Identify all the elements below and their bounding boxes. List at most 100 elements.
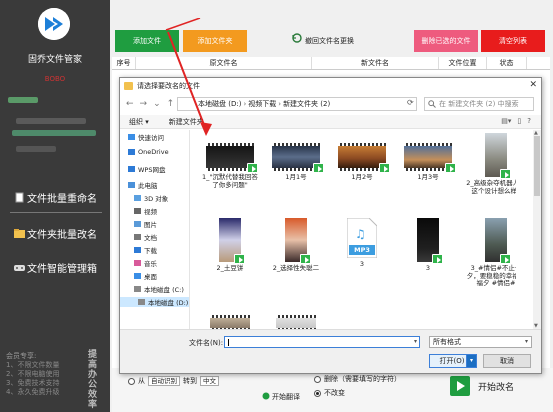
- start-rename-label: 开始改名: [478, 382, 515, 393]
- video-thumbnail: [485, 133, 511, 179]
- preview-pane-icon[interactable]: ▯: [517, 117, 521, 125]
- delete-chars-radio[interactable]: [314, 375, 321, 383]
- cube-icon: [134, 195, 141, 201]
- undo-label: 撤回文件名更换: [305, 37, 354, 45]
- nav-item[interactable]: 音乐: [134, 258, 157, 268]
- column-header[interactable]: 状态: [487, 57, 527, 69]
- video-file-item[interactable]: 2_土豆饼: [200, 218, 260, 273]
- scroll-thumb[interactable]: [534, 136, 540, 196]
- column-header[interactable]: 文件位置: [439, 57, 487, 69]
- organize-menu[interactable]: 组织 ▾: [129, 117, 149, 127]
- video-play-badge-icon: [313, 163, 324, 173]
- help-icon[interactable]: ?: [527, 117, 531, 125]
- nav-item[interactable]: 此电脑: [128, 180, 158, 190]
- video-file-item[interactable]: 1_"沉默代替我回答了你多问题": [200, 143, 260, 189]
- nav-item-label: 本地磁盘 (D:): [148, 299, 189, 307]
- file-name-label: 1月1号: [285, 173, 307, 181]
- no-change-option[interactable]: 不改变: [314, 388, 345, 398]
- open-dropdown-icon[interactable]: ▾: [466, 354, 477, 368]
- benefit-item: 2、不限电脑使用: [6, 370, 60, 378]
- source-language-select[interactable]: 自动识别: [148, 376, 180, 386]
- video-thumbnail: [404, 143, 456, 173]
- close-icon[interactable]: ✕: [529, 80, 537, 90]
- cancel-button[interactable]: 取消: [483, 354, 531, 368]
- menu-label: 文件夹批量改名: [27, 230, 97, 241]
- nav-item[interactable]: OneDrive: [128, 148, 169, 156]
- redacted-block: [12, 130, 96, 136]
- view-options: ▤▾ ▯ ?: [501, 117, 531, 125]
- menu-batch-rename-folders[interactable]: 文件夹批量改名: [14, 226, 97, 241]
- vertical-scrollbar[interactable]: ▲ ▼: [533, 130, 541, 329]
- undo-rename-button[interactable]: 撤回文件名更换: [292, 30, 354, 52]
- redacted-block: [16, 146, 56, 152]
- nav-item[interactable]: 下载: [134, 245, 157, 255]
- nav-item[interactable]: 快速访问: [128, 132, 164, 142]
- chevron-down-icon[interactable]: ▾: [414, 338, 417, 345]
- chevron-down-icon: ▾: [524, 338, 528, 345]
- delete-selected-button[interactable]: 删除已选的文件: [414, 30, 478, 52]
- breadcrumb-item[interactable]: 新建文件夹 (2): [283, 100, 330, 108]
- nav-item[interactable]: 文档: [134, 232, 157, 242]
- column-header[interactable]: 序号: [112, 57, 136, 69]
- mp3-badge-text: MP3: [354, 246, 370, 254]
- gamepad-icon: [14, 262, 25, 273]
- audio-file-item[interactable]: ♫ MP3 3: [332, 217, 392, 269]
- file-name-label: 3: [425, 264, 431, 272]
- cloud-icon: [128, 149, 135, 155]
- menu-smart-file-manager[interactable]: 文件智能管理箱: [14, 260, 97, 275]
- benefit-item: 3、免费技术支持: [6, 379, 60, 387]
- video-file-item[interactable]: [200, 315, 260, 329]
- view-mode-icon[interactable]: ▤▾: [501, 117, 511, 125]
- clear-list-button[interactable]: 清空列表: [481, 30, 545, 52]
- filetype-select[interactable]: 所有格式 ▾: [429, 336, 532, 348]
- video-file-item[interactable]: 2_选择性失聪二: [266, 218, 326, 273]
- video-file-item[interactable]: 1月1号: [266, 143, 326, 182]
- desktop-icon: [134, 273, 141, 279]
- rename-options: 从 自动识别 转到 中文 开始翻译 删除（需要填写的字符） 不改变 开始改名: [112, 368, 553, 412]
- to-label: 转到: [183, 377, 197, 385]
- nav-item[interactable]: 视频: [134, 206, 157, 216]
- translate-radio[interactable]: [128, 377, 135, 385]
- nav-item[interactable]: 本地磁盘 (D:): [120, 297, 189, 307]
- video-file-item[interactable]: [266, 315, 326, 329]
- translate-options: 从 自动识别 转到 中文: [128, 376, 219, 386]
- video-file-item[interactable]: 2_高级杂夺机器人，这个设计想么样?: [466, 133, 516, 195]
- forward-arrow-icon[interactable]: →: [140, 99, 148, 109]
- target-language-select[interactable]: 中文: [200, 376, 219, 386]
- member-benefits: 会员专享: 1、不限文件数量 2、不限电脑使用 3、免费技术支持 4、永久免费升…: [6, 352, 59, 397]
- video-thumbnail: [285, 218, 311, 264]
- nav-item[interactable]: 3D 对象: [134, 193, 168, 203]
- refresh-icon[interactable]: ⟳: [407, 98, 414, 107]
- video-file-item[interactable]: 1月3号: [398, 143, 458, 182]
- delete-chars-option[interactable]: 删除（需要填写的字符）: [314, 374, 401, 384]
- no-change-radio[interactable]: [314, 389, 321, 397]
- nav-item[interactable]: 本地磁盘 (C:): [134, 284, 184, 294]
- nav-item[interactable]: 图片: [134, 219, 157, 229]
- nav-item[interactable]: 桌面: [134, 271, 157, 281]
- search-input[interactable]: 在 新建文件夹 (2) 中搜索: [424, 97, 534, 111]
- start-translate-button[interactable]: 开始翻译: [262, 392, 300, 402]
- nav-item-label: 桌面: [144, 273, 157, 281]
- app-logo: [38, 8, 70, 40]
- computer-icon: [128, 182, 135, 188]
- filename-input[interactable]: ▾: [224, 336, 420, 348]
- folder-icon: [14, 228, 25, 239]
- nav-item-label: 下载: [144, 247, 157, 255]
- start-rename-button[interactable]: 开始改名: [450, 376, 514, 396]
- film-strip: [210, 315, 250, 318]
- sidebar: 固乔文件管家 BOBO 文件批量重命名 文件夹批量改名 文件智能管理箱 会员专享…: [0, 0, 110, 412]
- file-name-label: 1月3号: [417, 173, 439, 181]
- nav-item-label: 视频: [144, 208, 157, 216]
- video-file-item[interactable]: 3_#情侣#不止七夕，要稳稳的幸福幸福夕 #情侣#: [466, 218, 516, 288]
- file-name-label: 3: [359, 260, 365, 268]
- video-file-item[interactable]: 3: [398, 218, 458, 273]
- menu-batch-rename-files[interactable]: 文件批量重命名: [14, 190, 97, 205]
- nav-item[interactable]: WPS网盘: [128, 164, 165, 174]
- film-strip: [272, 143, 320, 146]
- video-play-badge-icon: [445, 163, 456, 173]
- back-arrow-icon[interactable]: ←: [126, 99, 134, 109]
- video-file-item[interactable]: 1月2号: [332, 143, 392, 182]
- breadcrumb-item[interactable]: 视频下载: [248, 100, 276, 108]
- column-header[interactable]: 新文件名: [312, 57, 439, 69]
- film-strip: [206, 143, 254, 146]
